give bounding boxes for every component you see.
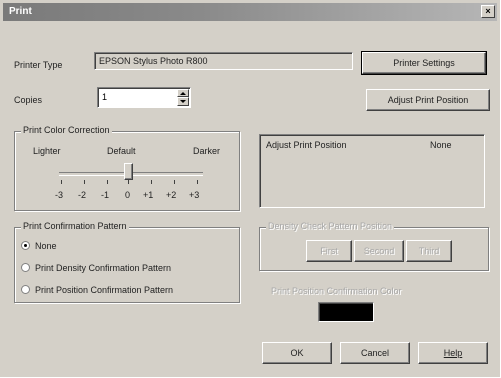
spin-down-button[interactable] bbox=[177, 97, 189, 106]
slider-tick bbox=[174, 180, 175, 184]
radio-none[interactable]: None bbox=[21, 239, 221, 253]
confirmation-pattern-title: Print Confirmation Pattern bbox=[21, 221, 129, 231]
slider-thumb[interactable] bbox=[124, 163, 133, 180]
adjust-list-col2: None bbox=[430, 140, 452, 150]
first-position-button[interactable]: First bbox=[306, 240, 352, 262]
slider-tick bbox=[84, 180, 85, 184]
radio-density-label: Print Density Confirmation Pattern bbox=[35, 263, 172, 273]
chevron-down-icon bbox=[180, 100, 186, 103]
scale-label: -1 bbox=[101, 190, 110, 200]
scale-label: -3 bbox=[55, 190, 64, 200]
adjust-position-list[interactable]: Adjust Print Position None bbox=[259, 134, 485, 208]
density-position-group: Density Check Pattern Position First Sec… bbox=[259, 221, 489, 271]
window-title: Print bbox=[9, 6, 32, 17]
printer-type-label: Printer Type bbox=[14, 60, 63, 70]
close-icon[interactable]: × bbox=[481, 5, 495, 18]
scale-label: 0 bbox=[125, 190, 131, 200]
position-color-label: Print Position Confirmation Color bbox=[271, 286, 402, 296]
print-dialog: Print × Printer Type EPSON Stylus Photo … bbox=[0, 0, 500, 377]
radio-density-pattern[interactable]: Print Density Confirmation Pattern bbox=[21, 261, 231, 275]
radio-density-indicator[interactable] bbox=[21, 263, 30, 272]
adjust-print-position-button[interactable]: Adjust Print Position bbox=[366, 89, 490, 111]
spin-up-button[interactable] bbox=[177, 89, 189, 97]
darker-label: Darker bbox=[193, 146, 221, 156]
second-position-button[interactable]: Second bbox=[354, 240, 404, 262]
radio-none-label: None bbox=[35, 241, 57, 251]
ok-button[interactable]: OK bbox=[262, 342, 332, 364]
cancel-button[interactable]: Cancel bbox=[340, 342, 410, 364]
third-position-button[interactable]: Third bbox=[406, 240, 452, 262]
printer-type-value: EPSON Stylus Photo R800 bbox=[99, 56, 208, 66]
slider-tick bbox=[61, 180, 62, 184]
confirmation-pattern-group: Print Confirmation Pattern None Print De… bbox=[14, 221, 240, 303]
copies-value: 1 bbox=[102, 92, 108, 102]
scale-label: +1 bbox=[143, 190, 154, 200]
color-correction-slider[interactable] bbox=[59, 162, 203, 184]
radio-position-label: Print Position Confirmation Pattern bbox=[35, 285, 174, 295]
slider-tick bbox=[107, 180, 108, 184]
color-correction-title: Print Color Correction bbox=[21, 125, 112, 135]
slider-tick bbox=[128, 180, 129, 184]
default-label: Default bbox=[107, 146, 136, 156]
slider-tick bbox=[151, 180, 152, 184]
density-position-title: Density Check Pattern Position bbox=[266, 221, 395, 231]
lighter-label: Lighter bbox=[33, 146, 61, 156]
radio-position-indicator[interactable] bbox=[21, 285, 30, 294]
color-correction-group: Print Color Correction Lighter Default D… bbox=[14, 125, 240, 211]
printer-settings-button[interactable]: Printer Settings bbox=[361, 51, 487, 75]
scale-label: +3 bbox=[189, 190, 200, 200]
title-bar[interactable]: Print × bbox=[3, 3, 497, 21]
chevron-up-icon bbox=[180, 92, 186, 95]
radio-position-pattern[interactable]: Print Position Confirmation Pattern bbox=[21, 283, 231, 297]
copies-spinbox[interactable]: 1 bbox=[97, 87, 191, 108]
slider-tick bbox=[197, 180, 198, 184]
printer-type-field: EPSON Stylus Photo R800 bbox=[94, 52, 353, 70]
scale-label: +2 bbox=[166, 190, 177, 200]
adjust-list-col1: Adjust Print Position bbox=[266, 140, 347, 150]
help-button[interactable]: Help bbox=[418, 342, 488, 364]
scale-label: -2 bbox=[78, 190, 87, 200]
position-color-swatch[interactable] bbox=[318, 302, 374, 322]
copies-label: Copies bbox=[14, 95, 43, 105]
radio-none-indicator[interactable] bbox=[21, 241, 30, 250]
